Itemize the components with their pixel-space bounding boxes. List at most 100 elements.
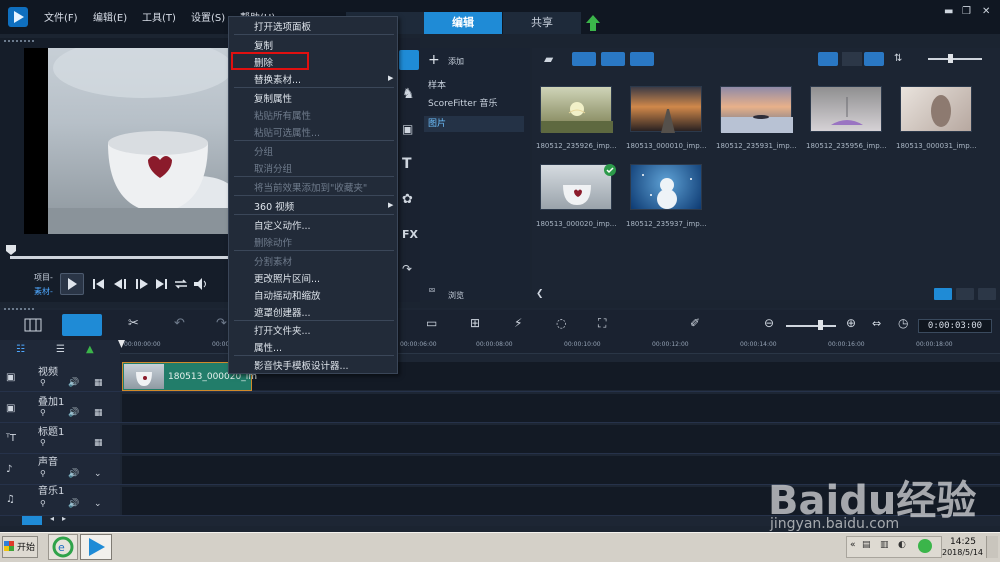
thumbnail[interactable] — [720, 86, 793, 133]
replace-icon[interactable]: ◌ — [556, 316, 566, 330]
media-library-icon[interactable] — [399, 50, 419, 70]
transition-icon[interactable]: ♞ — [402, 86, 415, 102]
menu-item-change-photo-duration[interactable]: 更改照片区间... — [254, 271, 320, 285]
motion-icon[interactable]: ⚡ — [514, 316, 522, 330]
chapter-point-icon[interactable]: ☰ — [56, 344, 65, 355]
timecode-display[interactable]: 0:00:03:00 — [918, 319, 992, 333]
mute-icon[interactable]: 🔊 — [68, 499, 79, 509]
menu-item-properties[interactable]: 属性... — [254, 340, 282, 354]
storyboard-view-icon[interactable] — [24, 318, 42, 332]
thumb-size-slider[interactable] — [928, 58, 982, 60]
edit-button[interactable] — [978, 288, 996, 300]
menu-item-delete-motion[interactable]: 删除动作 — [254, 235, 292, 249]
prev-frame-icon[interactable] — [112, 276, 130, 292]
path-icon[interactable]: ↷ — [402, 262, 412, 276]
play-button[interactable] — [60, 273, 84, 295]
track-lane-title[interactable] — [122, 425, 1000, 453]
track-manager-icon[interactable]: ☷ — [16, 344, 25, 355]
sort-icon[interactable]: ⇅ — [894, 53, 902, 64]
thumb-size-slider-handle[interactable] — [948, 54, 953, 63]
menu-item-open-options[interactable]: 打开选项面板 — [254, 19, 311, 33]
split-screen-icon[interactable]: ⊞ — [470, 316, 480, 330]
fit-project-icon[interactable]: ⇔ — [872, 317, 881, 330]
timeline-grip[interactable] — [4, 308, 34, 310]
tray-device-icon[interactable]: ▤ — [862, 540, 871, 550]
menu-item-add-to-favorites[interactable]: 将当前效果添加到"收藏夹" — [254, 180, 367, 194]
ripple-icon[interactable]: ▦ — [94, 438, 103, 448]
link-icon[interactable]: ⚲ — [40, 438, 46, 447]
thumbnail[interactable] — [630, 86, 702, 133]
scroll-left-icon[interactable]: ◂ — [50, 514, 54, 523]
upload-icon[interactable] — [586, 15, 600, 31]
tray-expand-icon[interactable]: « — [850, 540, 856, 550]
tray-network-icon[interactable]: ▥ — [880, 540, 889, 550]
next-frame-icon[interactable] — [132, 276, 150, 292]
undo-icon[interactable]: ↶ — [174, 316, 185, 331]
category-scorefitter[interactable]: ScoreFitter 音乐 — [424, 96, 524, 112]
link-icon[interactable]: ⚲ — [40, 499, 46, 508]
menu-item-auto-pan-zoom[interactable]: 自动摇动和缩放 — [254, 288, 321, 302]
show-desktop-button[interactable] — [986, 536, 998, 558]
tab-edit[interactable]: 编辑 — [424, 12, 502, 34]
ripple-icon[interactable]: ▦ — [94, 378, 103, 388]
show-photos-button[interactable] — [601, 52, 625, 66]
menu-item-template-designer[interactable]: 影音快手模板设计器... — [254, 358, 349, 372]
mask-icon[interactable]: ✐ — [690, 316, 700, 330]
taskbar-ie-button[interactable]: e — [48, 534, 78, 560]
panel-grip[interactable] — [4, 40, 34, 43]
menu-settings[interactable]: 设置(S) — [191, 9, 225, 24]
folder-icon[interactable]: ▰ — [544, 52, 553, 66]
clock-time[interactable]: 14:25 — [950, 537, 976, 547]
list-view-button[interactable] — [842, 52, 862, 66]
ripple-icon[interactable]: ▦ — [94, 408, 103, 418]
zoom-slider[interactable] — [786, 325, 836, 327]
options-panel-button[interactable] — [956, 288, 974, 300]
title-tool-icon[interactable]: ▭ — [426, 316, 437, 330]
menu-item-open-folder[interactable]: 打开文件夹... — [254, 323, 311, 337]
menu-item-ungroup[interactable]: 取消分组 — [254, 161, 292, 175]
tab-share[interactable]: 共享 — [503, 12, 581, 34]
timeline-view-button[interactable] — [62, 314, 102, 336]
mute-icon[interactable]: 🔊 — [68, 469, 79, 479]
go-end-icon[interactable] — [152, 276, 170, 292]
menu-item-copy[interactable]: 复制 — [254, 38, 273, 52]
go-start-icon[interactable] — [90, 276, 108, 292]
menu-item-custom-motion[interactable]: 自定义动作... — [254, 218, 311, 232]
menu-item-copy-attributes[interactable]: 复制属性 — [254, 91, 292, 105]
expand-icon[interactable]: ⌄ — [94, 499, 102, 509]
ripple-edit-icon[interactable]: ▲ — [86, 344, 94, 355]
menu-tools[interactable]: 工具(T) — [142, 9, 176, 24]
mode-clip-label[interactable]: 素材- — [34, 286, 53, 297]
mode-project-label[interactable]: 项目- — [34, 272, 53, 283]
menu-item-paste-selectable-attributes[interactable]: 粘贴可选属性... — [254, 125, 320, 139]
menu-item-360-video[interactable]: 360 视频 — [254, 199, 294, 213]
redo-icon[interactable]: ↷ — [216, 316, 227, 331]
repeat-icon[interactable] — [172, 276, 190, 292]
menu-item-split-clip[interactable]: 分割素材 — [254, 254, 292, 268]
thumbnail[interactable] — [630, 164, 702, 210]
menu-file[interactable]: 文件(F) — [44, 9, 78, 24]
library-layout-button[interactable] — [934, 288, 952, 300]
volume-icon[interactable] — [192, 276, 210, 292]
thumbnail-view-button[interactable] — [818, 52, 838, 66]
link-icon[interactable]: ⚲ — [40, 408, 46, 417]
menu-edit[interactable]: 编辑(E) — [93, 9, 127, 24]
fx-icon[interactable]: FX — [402, 228, 418, 241]
tools-icon[interactable]: ✂ — [128, 316, 139, 331]
clock-date[interactable]: 2018/5/14 — [942, 548, 983, 557]
mute-icon[interactable]: 🔊 — [68, 408, 79, 418]
collapse-library-icon[interactable]: ❮ — [536, 289, 544, 299]
minimize-icon[interactable]: ▬ — [944, 6, 953, 17]
zoom-out-icon[interactable]: ⊖ — [764, 316, 774, 330]
thumbnail[interactable] — [900, 86, 972, 132]
filter-icon[interactable]: ▣ — [402, 122, 413, 136]
track-lane-overlay[interactable] — [122, 394, 1000, 422]
browse-icon[interactable]: ⮹ — [428, 286, 436, 297]
add-track-button[interactable] — [22, 516, 42, 525]
graphics-icon[interactable]: ✿ — [402, 192, 413, 207]
zoom-in-icon[interactable]: ⊕ — [846, 316, 856, 330]
close-icon[interactable]: ✕ — [982, 6, 990, 17]
expand-icon[interactable]: ⌄ — [94, 469, 102, 479]
thumbnail[interactable] — [810, 86, 882, 132]
menu-item-mask-creator[interactable]: 遮罩创建器... — [254, 305, 311, 319]
